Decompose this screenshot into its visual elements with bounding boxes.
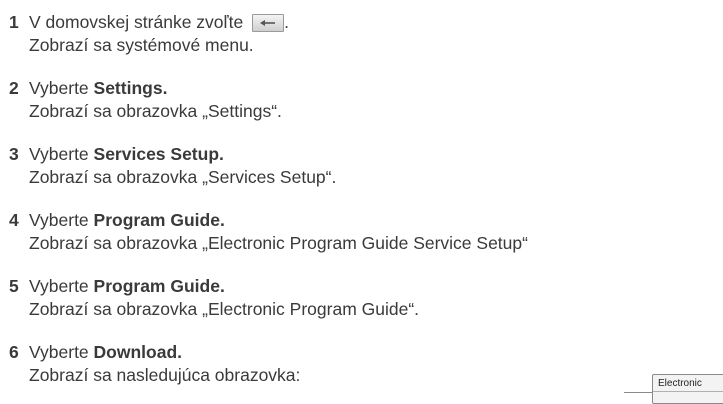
step-instruction-target: Program Guide. — [93, 276, 225, 296]
step-4: 4 Vyberte Program Guide. Zobrazí sa obra… — [9, 198, 723, 264]
step-instruction-text: V domovskej stránke zvoľte — [29, 12, 244, 32]
step-instruction-target: Download. — [93, 342, 182, 362]
step-instruction-prefix: Vyberte — [29, 210, 94, 230]
step-result: Zobrazí sa obrazovka „Electronic Program… — [29, 299, 420, 319]
step-3: 3 Vyberte Services Setup. Zobrazí sa obr… — [9, 132, 723, 198]
step-result: Zobrazí sa nasledujúca obrazovka: — [29, 365, 301, 385]
step-instruction-target: Settings. — [93, 78, 168, 98]
step-1: 1 V domovskej stránke zvoľte . Zobrazí s… — [9, 0, 723, 66]
step-instruction-target: Services Setup. — [93, 144, 224, 164]
step-6: 6 Vyberte Download. Zobrazí sa nasledujú… — [9, 330, 723, 396]
step-number: 5 — [9, 276, 19, 296]
step-instruction: Vyberte Program Guide. — [29, 210, 225, 231]
step-instruction-target: Program Guide. — [93, 210, 225, 230]
screen-preview-thumbnail: Electronic — [652, 374, 723, 404]
step-2: 2 Vyberte Settings. Zobrazí sa obrazovka… — [9, 66, 723, 132]
step-instruction: V domovskej stránke zvoľte . — [29, 12, 289, 33]
step-instruction-suffix: . — [284, 12, 289, 32]
callout-leader-line — [624, 392, 654, 393]
screen-preview-divider — [653, 391, 723, 392]
step-instruction: Vyberte Download. — [29, 342, 182, 363]
step-instruction-prefix: Vyberte — [29, 342, 94, 362]
step-result: Zobrazí sa obrazovka „Services Setup“. — [29, 167, 337, 187]
screen-preview-title: Electronic — [658, 378, 702, 389]
step-number: 3 — [9, 144, 19, 164]
back-arrow-icon — [260, 20, 276, 26]
step-instruction: Vyberte Services Setup. — [29, 144, 224, 165]
back-button[interactable] — [252, 14, 285, 32]
step-number: 2 — [9, 78, 19, 98]
step-instruction-prefix: Vyberte — [29, 144, 94, 164]
step-result: Zobrazí sa obrazovka „Electronic Program… — [29, 233, 528, 253]
step-instruction-prefix: Vyberte — [29, 78, 94, 98]
instruction-steps: 1 V domovskej stránke zvoľte . Zobrazí s… — [9, 0, 723, 396]
step-instruction-prefix: Vyberte — [29, 276, 94, 296]
step-instruction: Vyberte Program Guide. — [29, 276, 225, 297]
step-result: Zobrazí sa systémové menu. — [29, 35, 254, 55]
step-number: 4 — [9, 210, 19, 230]
step-number: 6 — [9, 342, 19, 362]
step-result: Zobrazí sa obrazovka „Settings“. — [29, 101, 282, 121]
step-number: 1 — [9, 12, 19, 32]
step-5: 5 Vyberte Program Guide. Zobrazí sa obra… — [9, 264, 723, 330]
step-instruction: Vyberte Settings. — [29, 78, 167, 99]
